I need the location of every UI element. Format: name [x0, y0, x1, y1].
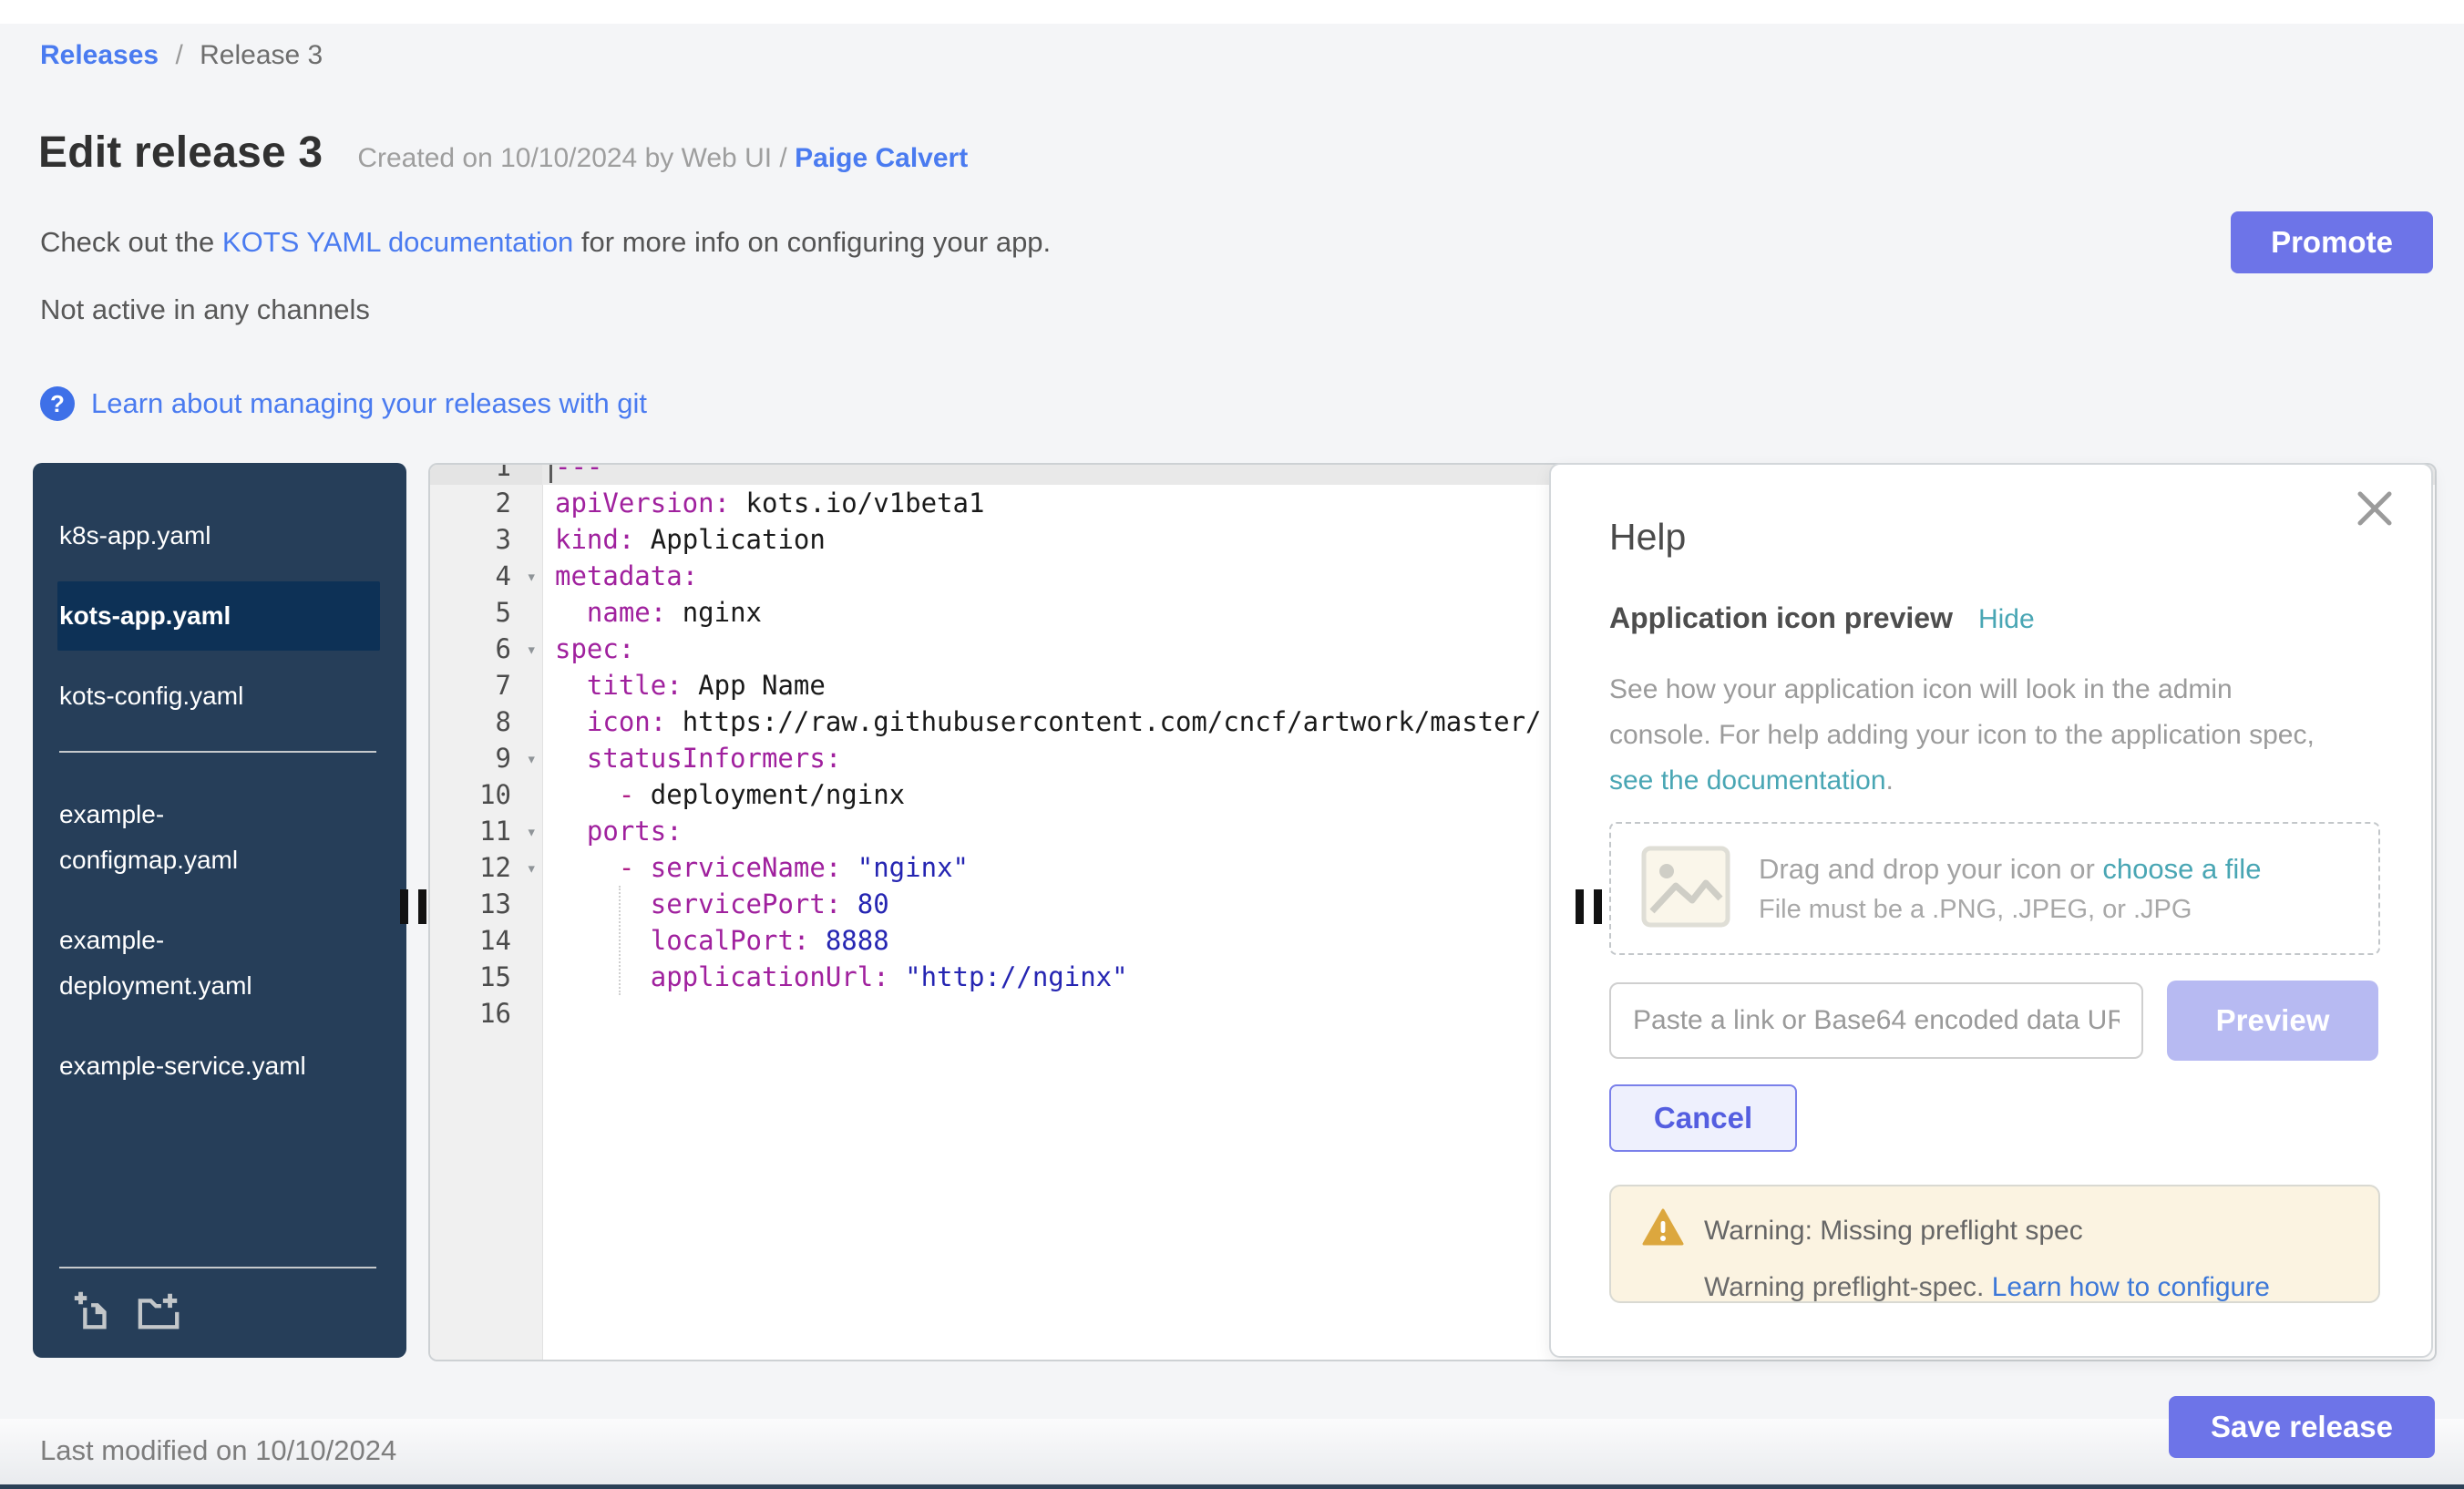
section-title: Application icon preview — [1609, 601, 1953, 635]
see-documentation-link[interactable]: see the documentation — [1609, 765, 1886, 796]
hide-link[interactable]: Hide — [1978, 604, 2035, 635]
line-number: 5 — [430, 594, 542, 631]
line-number: 11▾ — [430, 813, 542, 849]
icon-dropzone[interactable]: Drag and drop your icon or choose a file… — [1609, 822, 2380, 955]
warning-icon — [1642, 1208, 1684, 1254]
line-number: 8 — [430, 703, 542, 740]
icon-url-input[interactable] — [1609, 982, 2143, 1059]
learn-how-to-configure-link[interactable]: Learn how to configure — [1992, 1272, 2270, 1302]
breadcrumb-current: Release 3 — [200, 40, 323, 70]
line-number: 16 — [430, 995, 542, 1032]
help-description-post: . — [1886, 765, 1894, 796]
git-help-row: ? Learn about managing your releases wit… — [40, 386, 647, 421]
file-item[interactable]: example-service.yaml — [59, 1032, 376, 1101]
indent-guide — [619, 886, 621, 995]
created-info: Created on 10/10/2024 by Web UI / Paige … — [357, 143, 968, 174]
top-strip — [0, 0, 2464, 24]
image-placeholder-icon — [1640, 845, 1731, 933]
line-number: 10 — [430, 776, 542, 813]
icon-url-row: Preview — [1609, 981, 2378, 1061]
line-number: 6▾ — [430, 631, 542, 667]
warning-box: Warning: Missing preflight spec Warning … — [1609, 1185, 2380, 1303]
save-release-button[interactable]: Save release — [2169, 1396, 2435, 1458]
created-text: Created on 10/10/2024 by Web UI / — [357, 143, 795, 173]
line-number: 7 — [430, 667, 542, 703]
add-file-icon[interactable] — [70, 1288, 116, 1338]
dropzone-file-rules: File must be a .PNG, .JPEG, or .JPG — [1759, 895, 2261, 925]
file-tree-panel: k8s-app.yaml kots-app.yaml kots-config.yam… — [33, 463, 406, 1358]
warning-title: Warning: Missing preflight spec — [1704, 1216, 2083, 1247]
line-number: 4▾ — [430, 558, 542, 594]
help-panel: Help Application icon preview Hide See h… — [1549, 463, 2433, 1358]
channel-status: Not active in any channels — [40, 293, 370, 326]
bottom-strip — [0, 1484, 2464, 1489]
question-icon: ? — [40, 386, 75, 421]
title-row: Edit release 3 Created on 10/10/2024 by … — [38, 128, 968, 178]
line-number: 3 — [430, 521, 542, 558]
icon-preview-section: Application icon preview Hide — [1609, 601, 2035, 635]
line-number: 15 — [430, 959, 542, 995]
help-title: Help — [1609, 516, 1686, 559]
intro-text: Check out the KOTS YAML documentation fo… — [40, 226, 1051, 259]
line-number: 1 — [430, 463, 542, 485]
line-number: 13 — [430, 886, 542, 922]
close-icon[interactable] — [2355, 488, 2395, 529]
sidebar-resize-handle[interactable] — [400, 889, 426, 924]
line-number: 14 — [430, 922, 542, 959]
file-tree-divider — [59, 751, 376, 753]
promote-button[interactable]: Promote — [2231, 211, 2433, 273]
file-item[interactable]: example- configmap.yaml — [59, 780, 376, 895]
help-resize-handle[interactable] — [1576, 889, 1602, 924]
kots-yaml-docs-link[interactable]: KOTS YAML documentation — [222, 226, 573, 258]
preview-button[interactable]: Preview — [2167, 981, 2378, 1061]
intro-pre: Check out the — [40, 226, 222, 258]
intro-post: for more info on configuring your app. — [573, 226, 1051, 258]
line-number: 9▾ — [430, 740, 542, 776]
fold-arrow-icon[interactable]: ▾ — [527, 814, 537, 850]
created-author-link[interactable]: Paige Calvert — [795, 143, 968, 173]
fold-arrow-icon[interactable]: ▾ — [527, 632, 537, 668]
help-description-pre: See how your application icon will look … — [1609, 674, 2315, 750]
breadcrumb: Releases / Release 3 — [40, 40, 323, 71]
line-number: 12▾ — [430, 849, 542, 886]
help-description: See how your application icon will look … — [1609, 667, 2338, 804]
line-number: 2 — [430, 485, 542, 521]
fold-arrow-icon[interactable]: ▾ — [527, 850, 537, 887]
breadcrumb-separator: / — [175, 40, 182, 70]
file-tree-footer-divider — [59, 1267, 376, 1268]
fold-arrow-icon[interactable]: ▾ — [527, 741, 537, 777]
warning-body-pre: Warning preflight-spec. — [1704, 1272, 1992, 1302]
git-releases-link[interactable]: Learn about managing your releases with … — [91, 387, 647, 420]
fold-arrow-icon[interactable]: ▾ — [527, 559, 537, 595]
text-cursor — [549, 463, 552, 483]
warning-body: Warning preflight-spec. Learn how to con… — [1704, 1272, 2378, 1303]
dropzone-text: Drag and drop your icon or choose a file — [1759, 853, 2261, 886]
dropzone-text-pre: Drag and drop your icon or — [1759, 853, 2102, 885]
file-tree-footer — [59, 1267, 376, 1358]
page-title: Edit release 3 — [38, 128, 323, 178]
add-folder-icon[interactable] — [134, 1288, 185, 1338]
cancel-button[interactable]: Cancel — [1609, 1084, 1797, 1152]
file-list: k8s-app.yaml kots-app.yaml kots-config.yam… — [33, 463, 406, 1101]
last-modified-text: Last modified on 10/10/2024 — [40, 1434, 396, 1467]
file-item[interactable]: kots-app.yaml — [57, 581, 380, 651]
choose-file-link[interactable]: choose a file — [2102, 853, 2261, 885]
breadcrumb-releases-link[interactable]: Releases — [40, 40, 159, 70]
file-item[interactable]: kots-config.yaml — [59, 662, 376, 731]
file-item[interactable]: k8s-app.yaml — [59, 501, 376, 570]
file-item[interactable]: example- deployment.yaml — [59, 906, 376, 1021]
